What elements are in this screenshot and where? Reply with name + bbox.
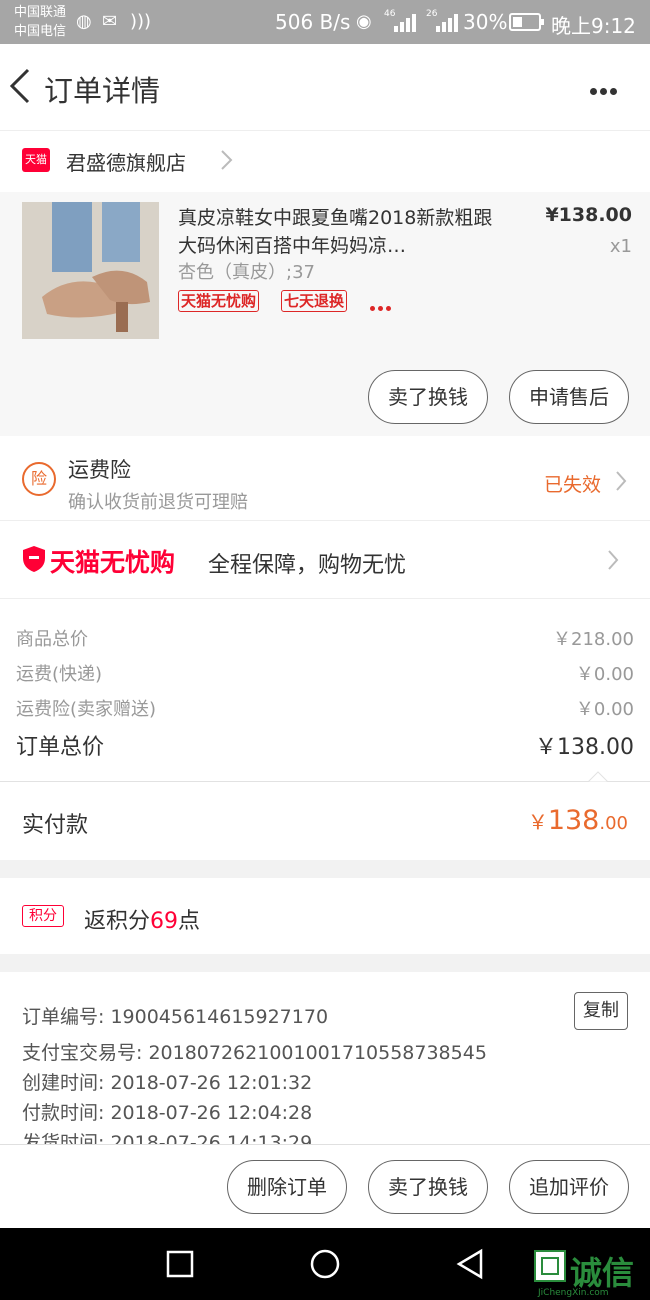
price-value: ￥0.00 [575,664,634,685]
points-row: 积分 返积分69点 [0,878,650,954]
resell-button[interactable]: 卖了换钱 [368,1160,488,1214]
price-summary: 商品总价 ￥218.00 运费(快递) ￥0.00 运费险(卖家赠送) ￥0.0… [0,598,650,860]
created-time: 创建时间: 2018-07-26 12:01:32 [22,1072,313,1094]
guarantee-row[interactable]: 天猫无忧购 全程保障，购物无忧 [0,520,650,598]
nav-header: 订单详情 [0,44,650,130]
price-row-insurance: 运费险(卖家赠送) ￥0.00 [16,695,634,721]
bottom-action-bar: 删除订单 卖了换钱 追加评价 [0,1144,650,1228]
home-icon[interactable] [309,1248,341,1280]
tmall-badge: 天猫 [22,148,50,172]
paid-integer: 138 [547,805,600,836]
insurance-icon: 险 [22,462,56,496]
network-speed: 506 B/s [275,10,351,34]
shipping-insurance-row[interactable]: 险 运费险 确认收货前退货可理赔 已失效 [0,436,650,520]
copy-button[interactable]: 复制 [574,992,628,1030]
price-value: ￥0.00 [575,699,634,720]
insurance-subtitle: 确认收货前退货可理赔 [68,492,248,513]
price-label: 商品总价 [16,629,88,650]
clock: 晚上9:12 [551,14,636,38]
add-review-button[interactable]: 追加评价 [509,1160,629,1214]
battery-icon [509,13,544,31]
chevron-right-icon [608,550,619,570]
paid-label: 实付款 [22,813,89,838]
guarantee-brand: 天猫无忧购 [50,548,176,577]
resell-button[interactable]: 卖了换钱 [368,370,488,424]
shield-icon [23,546,45,572]
points-badge: 积分 [22,905,64,927]
signal-2-icon [436,14,458,32]
signal-1-icon [394,14,416,32]
watermark-subtext: JiChengXin.com [538,1288,609,1298]
shop-name[interactable]: 君盛德旗舰店 [66,147,186,176]
battery-percent: 30% [463,10,508,34]
order-number: 订单编号: 1900456146159271​70 [22,1006,329,1028]
recents-icon[interactable] [166,1250,194,1278]
product-title[interactable]: 真皮凉鞋女中跟夏鱼嘴2018新款粗跟大码休闲百搭中年妈妈凉… [178,204,498,260]
back-nav-icon[interactable] [455,1248,485,1280]
back-arrow-icon[interactable] [8,66,32,106]
alipay-trade-number: 支付宝交易号: 2018072621001001710558738545 [22,1042,487,1064]
points-prefix: 返积分 [84,909,151,934]
insurance-title: 运费险 [68,458,131,482]
globe-icon: ◍ [76,11,92,32]
divider [0,781,650,782]
paid-time: 付款时间: 2018-07-26 12:04:28 [22,1102,313,1124]
points-text: 返积分69点 [84,903,200,935]
insurance-status: 已失效 [544,474,602,496]
sandal-illustration [22,202,159,339]
carrier-2: 中国电信 [14,24,67,39]
page-title: 订单详情 [44,74,161,108]
carrier-1: 中国联通 [14,5,67,20]
points-suffix: 点 [178,909,201,934]
price-row-goods: 商品总价 ￥218.00 [16,625,634,651]
product-sku: 杏色（真皮）;37 [178,262,315,283]
paid-currency: ￥ [527,810,548,834]
status-bar: 中国联通 中国电信 ◍ ✉ ))) 506 B/s ◉ 46 26 30% 晚上… [0,0,650,44]
price-label: 运费险(卖家赠送) [16,699,157,720]
shop-row[interactable]: 天猫 君盛德旗舰店 [0,130,650,192]
shipped-time: 发货时间: 2018-07-26 14:13:29 [22,1132,313,1144]
delete-order-button[interactable]: 删除订单 [227,1160,347,1214]
nfc-icon: ))) [130,11,152,32]
price-row-shipping: 运费(快递) ￥0.00 [16,660,634,686]
tag-worry-free: 天猫无忧购 [178,290,260,312]
watermark-logo-icon [534,1250,566,1282]
chevron-right-icon [616,471,627,491]
product-image[interactable] [22,202,159,339]
order-total-row: 订单总价 ￥138.00 [16,729,634,761]
order-total-value: ￥138.00 [535,735,634,760]
paid-amount: ￥138.00 [500,805,628,836]
price-value: ￥218.00 [553,629,634,650]
points-number: 69 [150,909,179,934]
tag-seven-day-return: 七天退换 [281,290,348,312]
eye-icon: ◉ [356,11,372,32]
paid-decimal: .00 [599,813,628,834]
guarantee-description: 全程保障，购物无忧 [208,553,407,578]
price-label: 运费(快递) [16,664,103,685]
product-quantity: x1 [609,236,632,257]
caret-up-icon [588,771,608,782]
chevron-right-icon [221,150,233,170]
product-item[interactable]: 真皮凉鞋女中跟夏鱼嘴2018新款粗跟大码休闲百搭中年妈妈凉… 杏色（真皮）;37… [0,192,650,436]
product-price: ¥138.00 [545,204,632,226]
after-sale-button[interactable]: 申请售后 [509,370,629,424]
more-tags-icon[interactable] [370,296,398,311]
order-total-label: 订单总价 [16,735,105,760]
more-options-icon[interactable] [590,80,626,95]
order-info: 订单编号: 1900456146159271​70 支付宝交易号: 201807… [0,972,650,1144]
wechat-icon: ✉ [102,11,118,32]
